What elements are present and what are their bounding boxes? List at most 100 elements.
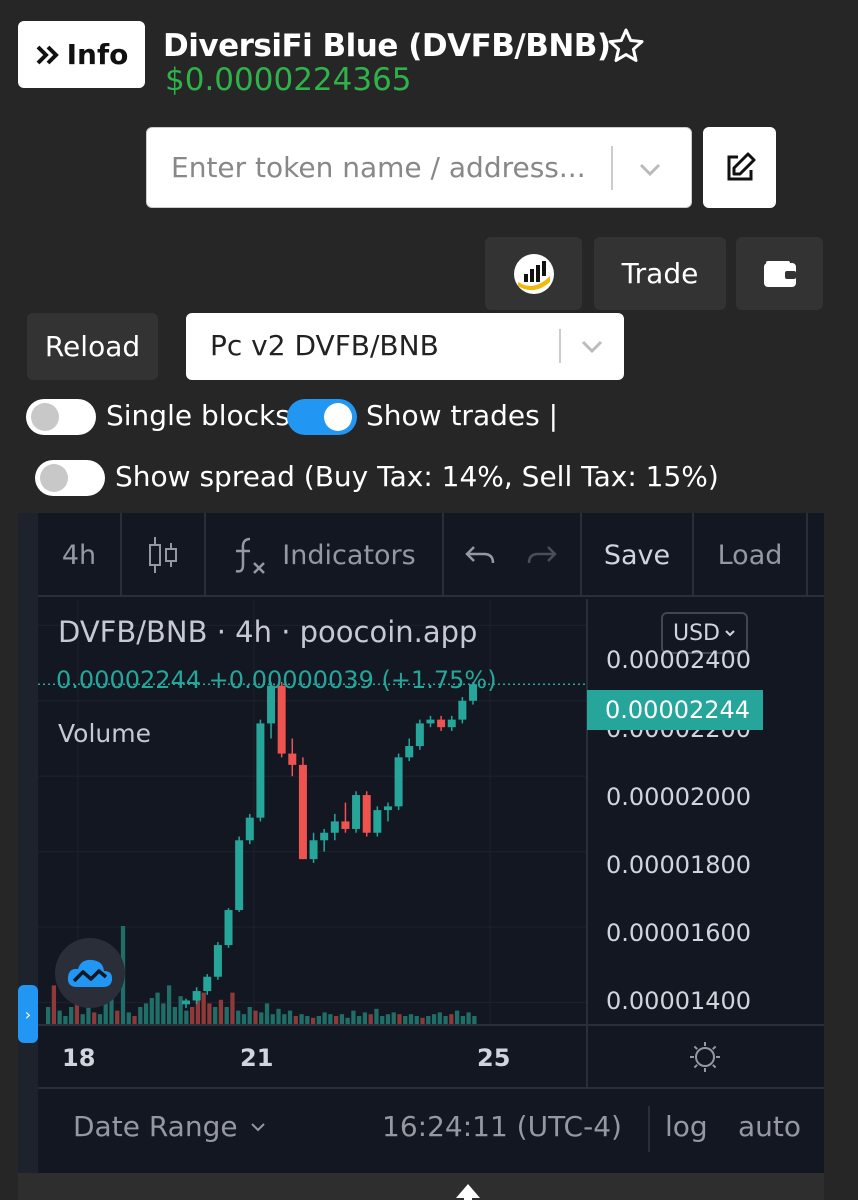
volume-bar (57, 1010, 62, 1025)
token-search-input[interactable] (147, 128, 607, 207)
volume-bar (397, 1014, 402, 1025)
volume-legend: Volume (58, 719, 151, 748)
volume-bar (149, 998, 154, 1025)
auto-scale-button[interactable]: auto (738, 1110, 801, 1143)
candle-body (235, 840, 244, 911)
edit-icon (727, 152, 755, 180)
volume-bar (368, 1014, 373, 1025)
volume-bar (385, 1014, 391, 1025)
volume-bar (299, 1014, 304, 1025)
volume-bar (357, 1016, 362, 1025)
volume-bar (236, 1010, 241, 1025)
volume-bar (224, 1007, 229, 1025)
volume-bar (259, 1012, 264, 1025)
candle-body (352, 795, 361, 829)
log-scale-button[interactable]: log (665, 1110, 708, 1143)
single-blocks-toggle[interactable] (26, 399, 96, 435)
volume-bar (466, 1012, 471, 1025)
candle-body (330, 821, 339, 833)
token-title: DiversiFi Blue (DVFB/BNB) (163, 28, 611, 64)
undo-icon (465, 546, 495, 564)
price-axis-label: 0.00002000 (606, 783, 752, 811)
token-price: $0.0000224365 (165, 62, 412, 98)
candle-body (256, 723, 265, 818)
indicators-button[interactable]: Indicators (206, 513, 442, 597)
save-button[interactable]: Save (582, 513, 692, 597)
volume-bar (172, 1007, 177, 1025)
volume-bar (166, 985, 172, 1025)
chevron-down-icon[interactable] (635, 154, 665, 184)
load-button[interactable]: Load (694, 513, 806, 597)
settings-icon[interactable] (688, 1040, 722, 1074)
chart-clock: 16:24:11 (UTC-4) (382, 1110, 622, 1143)
pair-select[interactable]: Pc v2 DVFB/BNB (186, 313, 624, 380)
candle-body (288, 753, 297, 765)
volume-bar (161, 1003, 166, 1025)
volume-bar (305, 1016, 310, 1025)
volume-bar (362, 1012, 368, 1025)
token-search-box (146, 127, 692, 208)
arrow-up-icon[interactable] (452, 1180, 484, 1200)
volume-bar (241, 1014, 247, 1025)
candle-body (320, 832, 329, 841)
date-range-label: Date Range (73, 1110, 238, 1143)
pair-select-divider (559, 329, 561, 363)
chart-type-button[interactable] (122, 513, 204, 597)
volume-bar (63, 1016, 68, 1025)
volume-bar (391, 1012, 396, 1025)
interval-button[interactable]: 4h (38, 513, 120, 597)
toggle-knob (40, 464, 68, 492)
date-range-button[interactable]: Date Range (73, 1110, 266, 1143)
candle-body (298, 764, 307, 860)
volume-bar (449, 1014, 454, 1025)
redo-button[interactable] (520, 513, 564, 597)
show-trades-label: Show trades | (366, 399, 559, 432)
chart-left-strip (18, 513, 38, 1173)
volume-bar (443, 1016, 448, 1025)
trade-button[interactable]: Trade (594, 237, 726, 310)
undo-button[interactable] (458, 513, 502, 597)
volume-bar (316, 1016, 321, 1025)
volume-bar (276, 1008, 281, 1025)
info-button-label: Info (66, 38, 129, 71)
candle-body (277, 685, 286, 754)
volume-bar (230, 992, 235, 1025)
show-spread-toggle[interactable] (35, 460, 105, 496)
info-button[interactable]: Info (18, 21, 145, 88)
candle-body (447, 719, 456, 728)
edit-button[interactable] (703, 127, 776, 208)
volume-bar (69, 1007, 74, 1025)
wallet-button[interactable] (736, 237, 823, 310)
chart-legend-values: 0.00002244 +0.00000039 (+1.75%) (56, 666, 497, 694)
volume-bar (472, 1016, 477, 1025)
volume-bar (380, 1016, 385, 1025)
chevron-down-icon (581, 340, 603, 354)
star-icon[interactable] (606, 26, 646, 66)
chevron-down-icon (725, 630, 735, 637)
indicators-label: Indicators (282, 539, 416, 571)
chart-view-button[interactable] (485, 237, 582, 310)
volume-bar (218, 999, 224, 1025)
volume-bar (437, 1012, 442, 1025)
volume-bar (264, 1003, 270, 1025)
pair-select-value: Pc v2 DVFB/BNB (210, 329, 439, 362)
cloud-chart-icon (67, 959, 113, 987)
tradingview-logo-button[interactable] (55, 938, 125, 1008)
chevron-right-icon: › (24, 1004, 32, 1024)
candle-body (383, 806, 392, 811)
volume-bar (132, 1016, 137, 1025)
reload-button[interactable]: Reload (27, 313, 158, 380)
redo-icon (527, 546, 557, 564)
volume-bar (293, 1016, 298, 1025)
volume-bar (115, 1010, 120, 1025)
candle-body (309, 840, 318, 860)
candle-body (203, 976, 212, 992)
toggle-knob (324, 403, 352, 431)
candle-body (182, 1000, 190, 1005)
volume-bar (184, 1010, 189, 1025)
function-icon (235, 537, 266, 574)
price-axis-label: 0.00001400 (606, 987, 752, 1015)
volume-bar (270, 1014, 275, 1025)
side-panel-handle[interactable]: › (18, 985, 38, 1043)
show-trades-toggle[interactable] (287, 399, 357, 435)
